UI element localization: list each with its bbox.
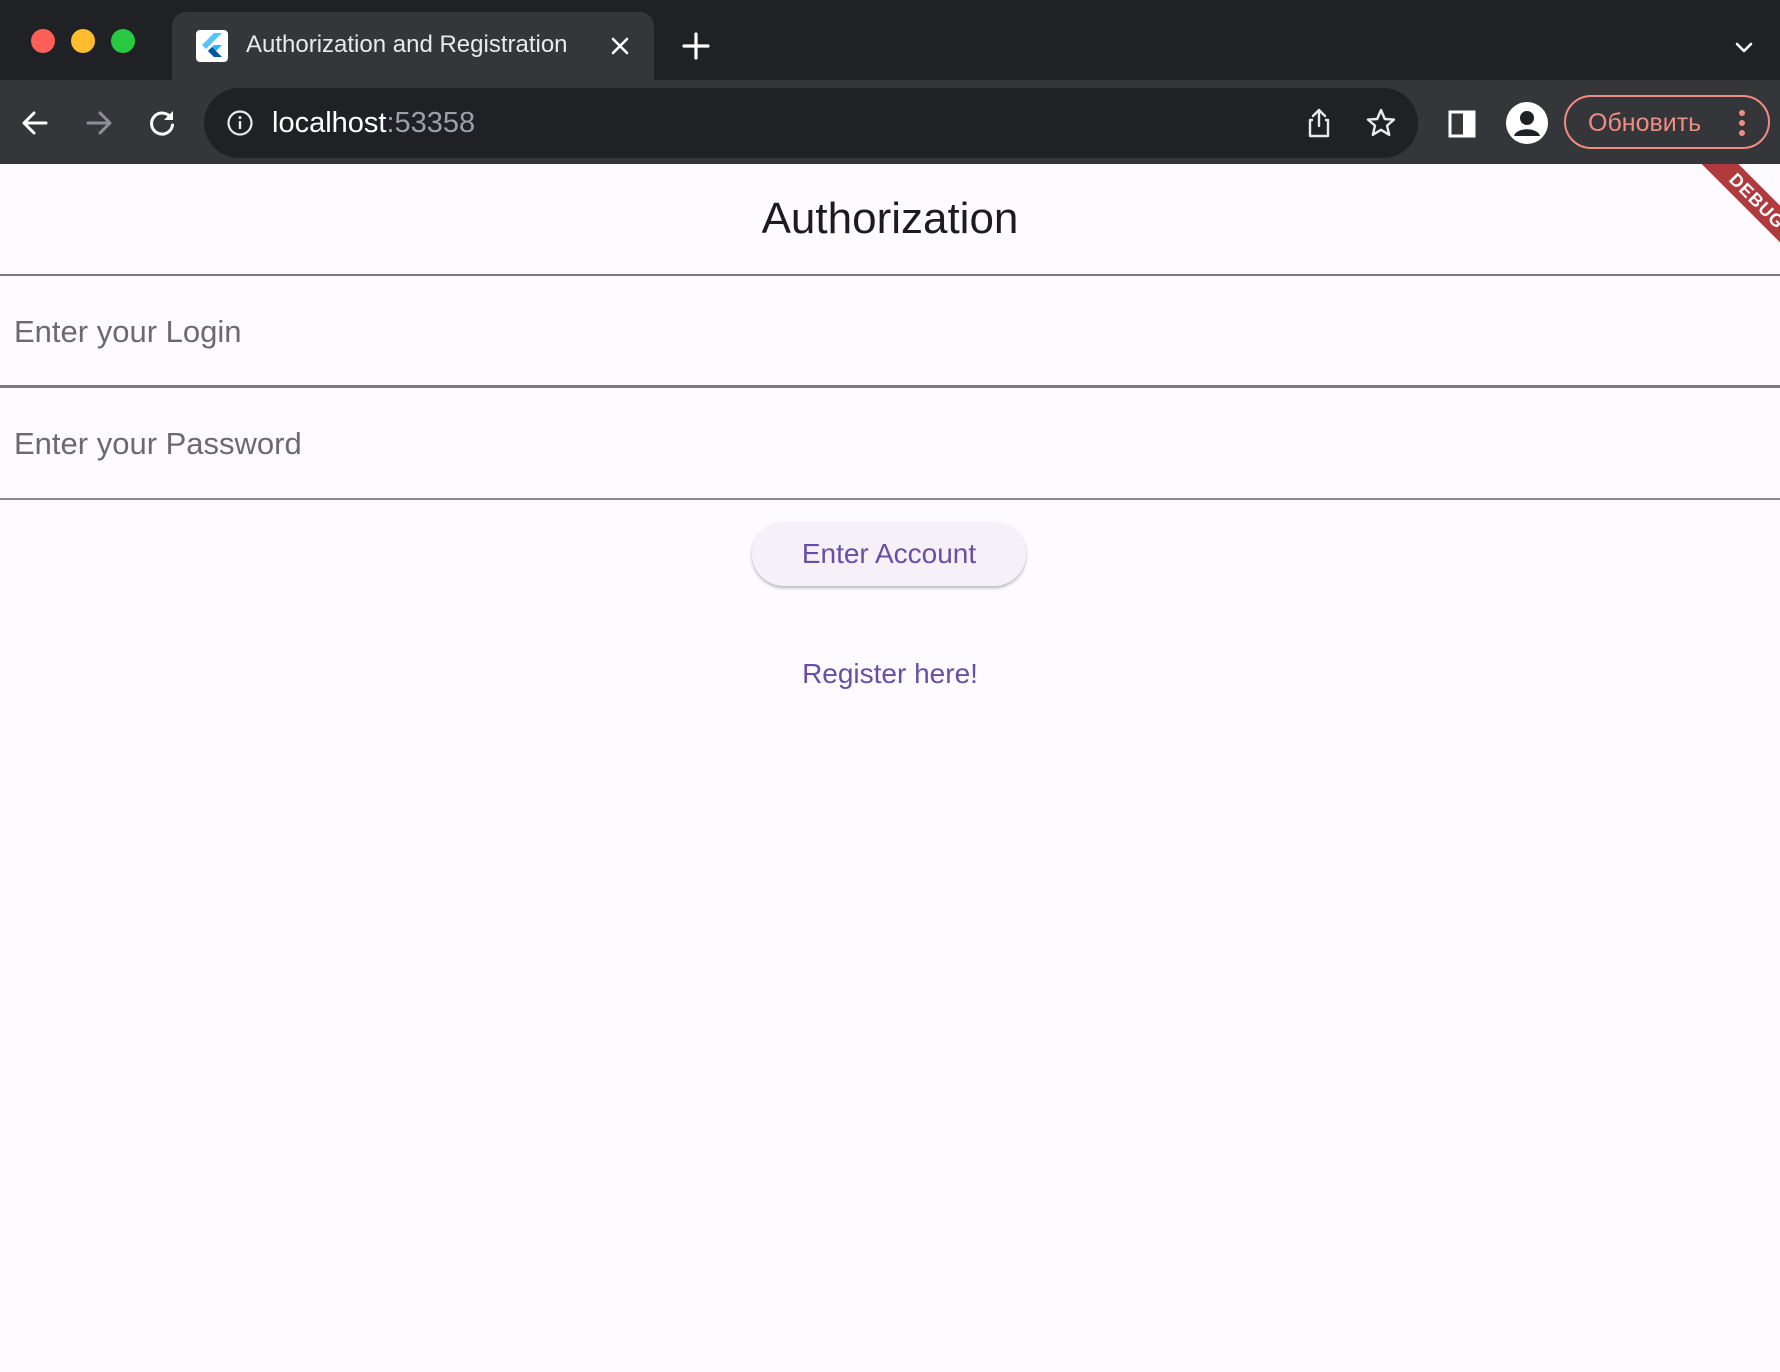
page-content: Authorization Enter Account Register her… (0, 164, 1780, 1372)
login-field[interactable] (0, 278, 1780, 388)
url-host: localhost (272, 107, 387, 139)
kebab-menu-icon[interactable] (1738, 109, 1746, 137)
password-field[interactable] (0, 390, 1780, 500)
chevron-down-icon[interactable] (1732, 36, 1756, 60)
login-input[interactable] (0, 278, 1780, 385)
browser-window: Authorization and Registration localhost… (0, 0, 1780, 1372)
browser-tab-active[interactable]: Authorization and Registration (172, 12, 654, 80)
url-port: :53358 (386, 107, 476, 139)
browser-toolbar: localhost:53358 Обновить (0, 80, 1780, 164)
flutter-logo-icon (196, 30, 228, 62)
maximize-window-button[interactable] (111, 29, 135, 53)
address-bar[interactable]: localhost:53358 (204, 88, 1418, 158)
reload-icon (150, 111, 174, 136)
tab-title: Authorization and Registration (246, 31, 568, 58)
info-icon[interactable] (226, 109, 254, 137)
arrow-left-icon (22, 111, 48, 135)
page-title: Authorization (761, 194, 1019, 243)
reload-button[interactable] (141, 102, 181, 142)
forward-button[interactable] (78, 102, 118, 142)
debug-banner-label: DEBUG (1687, 164, 1780, 271)
debug-banner: DEBUG (1660, 164, 1780, 284)
share-icon[interactable] (1302, 106, 1336, 140)
arrow-right-icon (86, 111, 112, 135)
url-text[interactable]: localhost:53358 (272, 107, 475, 140)
enter-account-button[interactable]: Enter Account (752, 522, 1026, 586)
person-icon[interactable] (1506, 102, 1548, 144)
register-link[interactable]: Register here! (0, 658, 1780, 690)
close-window-button[interactable] (31, 29, 55, 53)
minimize-window-button[interactable] (71, 29, 95, 53)
star-icon[interactable] (1364, 106, 1398, 140)
update-button-label: Обновить (1588, 109, 1702, 137)
password-input[interactable] (0, 390, 1780, 498)
update-button[interactable]: Обновить (1564, 95, 1770, 149)
new-tab-button[interactable] (680, 30, 712, 62)
tab-strip: Authorization and Registration (0, 0, 1780, 80)
back-button[interactable] (14, 102, 54, 142)
side-panel-icon[interactable] (1446, 108, 1478, 140)
close-icon[interactable] (608, 34, 632, 58)
app-bar: Authorization (0, 164, 1780, 276)
